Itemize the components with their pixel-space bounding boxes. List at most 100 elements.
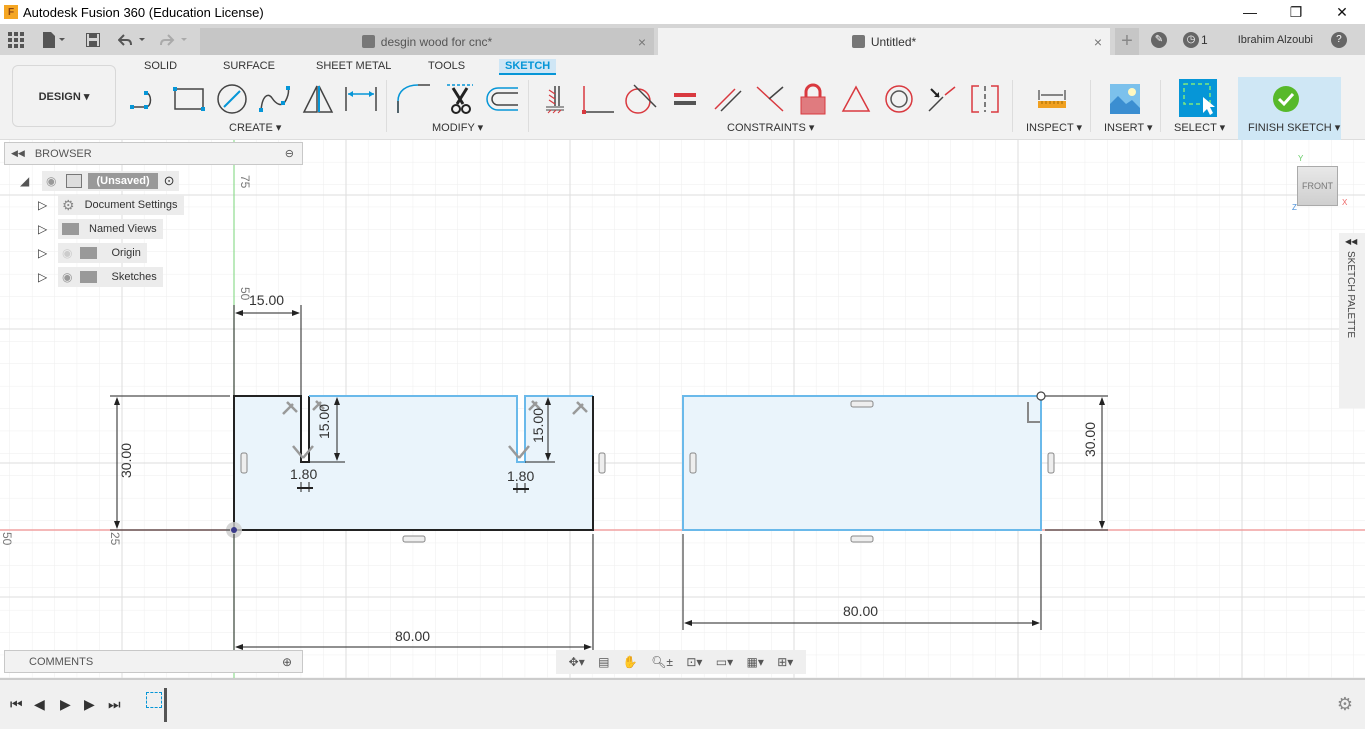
new-tab-button[interactable]: + [1115, 28, 1139, 55]
browser-item-document-settings[interactable]: ▷ ⚙ Document Settings [38, 195, 184, 215]
expand-triangle-icon[interactable]: ▷ [38, 222, 58, 236]
create-menu[interactable]: CREATE ▾ [229, 121, 281, 134]
orbit-icon[interactable]: ✥▾ [569, 655, 585, 669]
line-icon[interactable] [128, 82, 164, 116]
expand-triangle-icon[interactable]: ◢ [20, 174, 42, 188]
zoom-icon[interactable]: 🔍︎± [651, 655, 673, 669]
help-icon[interactable]: ? [1330, 31, 1347, 48]
browser-minimize-icon[interactable]: ⊖ [285, 147, 294, 160]
rectangle-icon[interactable] [171, 82, 207, 116]
fit-window-icon[interactable]: ⊡▾ [686, 655, 702, 669]
parallel-icon[interactable] [710, 82, 746, 116]
look-at-icon[interactable]: ▤ [598, 655, 609, 669]
constraints-menu[interactable]: CONSTRAINTS ▾ [727, 121, 814, 134]
play-icon[interactable]: ▶ [60, 696, 71, 713]
circle-icon[interactable] [214, 82, 250, 116]
coincident-icon[interactable] [580, 82, 616, 116]
select-icon[interactable] [1179, 79, 1217, 117]
lock-icon[interactable] [795, 82, 831, 116]
spline-icon[interactable] [257, 82, 293, 116]
modify-menu[interactable]: MODIFY ▾ [432, 121, 483, 134]
add-comment-icon[interactable]: ⊕ [282, 655, 292, 669]
tab-untitled[interactable]: Untitled* × [658, 28, 1110, 55]
dimension-text[interactable]: 1.80 [507, 468, 534, 484]
viewports-icon[interactable]: ⊞▾ [777, 655, 793, 669]
activate-radio-icon[interactable]: ⊙ [164, 173, 175, 189]
inspect-menu[interactable]: INSPECT ▾ [1026, 121, 1082, 134]
go-to-start-icon[interactable]: ⏮ [10, 696, 23, 713]
dimension-text[interactable]: 80.00 [843, 603, 878, 619]
corner-point[interactable] [1036, 391, 1046, 401]
maximize-button[interactable]: ❐ [1273, 0, 1319, 24]
hidden-eye-icon[interactable]: ◉ [62, 246, 72, 260]
equal-icon[interactable] [667, 82, 703, 116]
viewport-canvas[interactable]: 15.00 30.00 15.00 1.80 15.00 1.80 80.00 … [0, 140, 1365, 678]
perpendicular-icon[interactable] [752, 82, 788, 116]
app-grid-icon[interactable] [8, 24, 24, 55]
file-menu-icon[interactable] [42, 24, 66, 55]
tab-desgin-wood[interactable]: desgin wood for cnc* × [200, 28, 654, 55]
step-back-icon[interactable]: ◀ [34, 696, 45, 713]
sketch-palette-tab[interactable]: ◀◀ SKETCH PALETTE [1339, 233, 1365, 408]
grid-snap-icon[interactable]: ▦▾ [746, 655, 763, 669]
user-account-menu[interactable]: Ibrahim Alzoubi [1238, 34, 1313, 46]
dimension-text[interactable]: 15.00 [530, 408, 546, 443]
dimension-text[interactable]: 30.00 [118, 443, 134, 478]
visibility-eye-icon[interactable]: ◉ [46, 174, 56, 188]
measure-icon[interactable] [1034, 82, 1070, 116]
dimension-text[interactable]: 1.80 [290, 466, 317, 482]
finish-check-icon[interactable] [1268, 82, 1304, 116]
go-to-end-icon[interactable]: ⏭ [108, 696, 121, 713]
minimize-button[interactable]: — [1227, 0, 1273, 24]
browser-item-named-views[interactable]: ▷ Named Views [38, 219, 163, 239]
undo-icon[interactable] [118, 24, 148, 55]
midpoint-icon[interactable] [838, 82, 874, 116]
finish-sketch-menu[interactable]: FINISH SKETCH ▾ [1248, 121, 1340, 134]
insert-menu[interactable]: INSERT ▾ [1104, 121, 1153, 134]
job-status-icon[interactable]: ◷ [1183, 31, 1199, 48]
browser-item-sketches[interactable]: ▷ ◉ Sketches [38, 267, 163, 287]
timeline-marker[interactable] [164, 688, 167, 722]
browser-root-node[interactable]: ◢ ◉ (Unsaved) ⊙ [20, 171, 179, 191]
dimension-text[interactable]: 15.00 [316, 404, 332, 439]
expand-palette-icon[interactable]: ◀◀ [1345, 237, 1357, 246]
expand-triangle-icon[interactable]: ▷ [38, 198, 58, 212]
offset-icon[interactable] [484, 82, 520, 116]
select-menu[interactable]: SELECT ▾ [1174, 121, 1225, 134]
browser-panel-header[interactable]: ◀◀ BROWSER ⊖ [4, 142, 303, 165]
symmetry-icon[interactable] [967, 82, 1003, 116]
comments-panel[interactable]: COMMENTS ⊕ [4, 650, 303, 673]
tab-surface[interactable]: SURFACE [217, 59, 281, 73]
concentric-icon[interactable] [881, 82, 917, 116]
dimension-text[interactable]: 15.00 [249, 292, 284, 308]
extensions-wrench-icon[interactable]: ✎ [1151, 31, 1167, 48]
tab-sketch[interactable]: SKETCH [499, 59, 557, 75]
dimension-text[interactable]: 30.00 [1082, 422, 1098, 457]
dimension-icon[interactable] [343, 82, 379, 116]
workspace-switcher[interactable]: DESIGN ▾ [12, 65, 116, 127]
close-tab-icon[interactable]: × [1094, 34, 1102, 50]
redo-icon[interactable] [160, 24, 190, 55]
timeline-settings-gear-icon[interactable]: ⚙ [1337, 694, 1353, 715]
viewcube[interactable]: FRONT [1297, 166, 1338, 206]
step-forward-icon[interactable]: ▶ [84, 696, 95, 713]
mirror-icon[interactable] [300, 82, 336, 116]
close-window-button[interactable]: ✕ [1319, 0, 1365, 24]
expand-triangle-icon[interactable]: ▷ [38, 246, 58, 260]
trim-icon[interactable] [442, 82, 478, 116]
save-icon[interactable] [86, 24, 100, 55]
collapse-browser-icon[interactable]: ◀◀ [11, 148, 25, 159]
pan-hand-icon[interactable]: ✋ [623, 655, 638, 669]
tab-tools[interactable]: TOOLS [422, 59, 471, 73]
dimension-text[interactable]: 80.00 [395, 628, 430, 644]
display-settings-icon[interactable]: ▭▾ [716, 655, 733, 669]
expand-triangle-icon[interactable]: ▷ [38, 270, 58, 284]
visibility-eye-icon[interactable]: ◉ [62, 270, 72, 284]
tab-sheet-metal[interactable]: SHEET METAL [310, 59, 397, 73]
browser-item-origin[interactable]: ▷ ◉ Origin [38, 243, 147, 263]
fix-icon[interactable] [537, 82, 573, 116]
timeline-sketch-feature-icon[interactable] [146, 692, 162, 708]
insert-image-icon[interactable] [1107, 82, 1143, 116]
right-rectangle[interactable] [682, 395, 1042, 531]
close-tab-icon[interactable]: × [638, 34, 646, 50]
